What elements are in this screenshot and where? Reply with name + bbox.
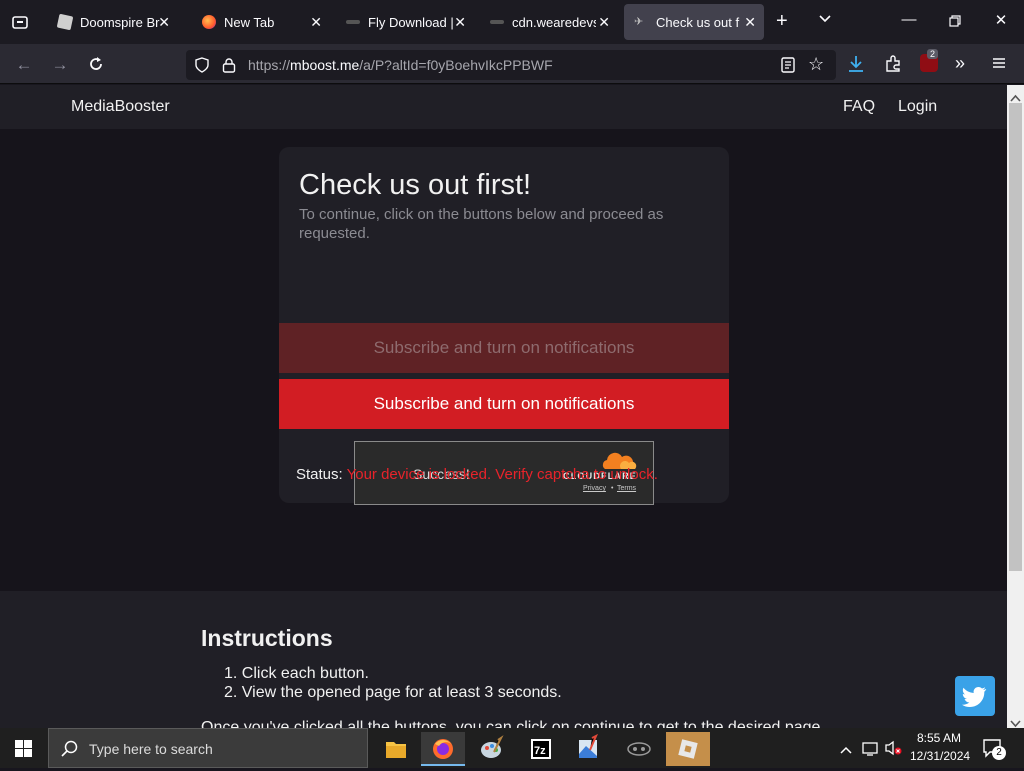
captcha-terms-link[interactable]: Terms (617, 485, 636, 492)
tab-label: Check us out fir (656, 14, 740, 30)
subscribe-button-2[interactable]: Subscribe and turn on notifications (279, 379, 729, 429)
instructions-section: Instructions 1. Click each button. 2. Vi… (0, 591, 1007, 728)
notification-badge: 2 (992, 746, 1006, 760)
back-icon[interactable]: ← (13, 54, 35, 76)
page-content: MediaBooster FAQ Login Check us out firs… (0, 85, 1007, 728)
site-icon (490, 20, 504, 24)
close-icon[interactable]: ✕ (454, 13, 466, 31)
tab-bar: Doomspire Brick ✕ New Tab ✕ Fly Download… (0, 0, 1024, 44)
card-subtitle: To continue, click on the buttons below … (299, 206, 664, 242)
site-icon (346, 20, 360, 24)
site-brand[interactable]: MediaBooster (71, 98, 170, 116)
bookmark-star-icon[interactable]: ☆ (808, 54, 824, 75)
site-header: MediaBooster FAQ Login (0, 85, 1007, 129)
downloads-icon[interactable] (847, 54, 865, 79)
tab-label: New Tab (224, 14, 275, 30)
tab-label: Doomspire Brick (80, 14, 160, 30)
clock-time[interactable]: 8:55 AM (917, 731, 961, 745)
url-host: mboost.me (290, 57, 360, 73)
extensions-icon[interactable] (884, 55, 902, 78)
lock-icon[interactable] (222, 57, 236, 78)
windows-taskbar: Type here to search 7z 8:55 AM 12/31/202… (0, 728, 1024, 768)
close-icon[interactable]: ✕ (310, 13, 322, 31)
game-app-icon[interactable] (617, 732, 661, 766)
step-text: View the opened page for at least 3 seco… (241, 684, 562, 701)
extension-badge: 2 (927, 49, 939, 59)
instruction-step-2: 2. View the opened page for at least 3 s… (224, 684, 562, 701)
taskbar-search-box[interactable]: Type here to search (48, 728, 368, 768)
minimize-icon[interactable]: — (899, 11, 919, 28)
firefox-view-icon[interactable] (10, 12, 30, 32)
close-icon[interactable]: ✕ (744, 13, 756, 31)
restore-icon[interactable] (949, 14, 961, 32)
url-path: /a/P?altId=f0yBoehvIkcPPBWF (359, 57, 553, 73)
step-text: Click each button. (241, 665, 369, 682)
tab-new-tab[interactable]: New Tab ✕ (192, 4, 330, 40)
captcha-link-separator: • (611, 485, 614, 492)
reload-icon[interactable] (87, 55, 105, 78)
menu-icon[interactable] (992, 56, 1006, 75)
reader-view-icon[interactable] (781, 57, 795, 78)
close-icon[interactable]: ✕ (598, 13, 610, 31)
tray-chevron-up-icon[interactable] (840, 742, 852, 760)
windows-start-icon[interactable] (15, 740, 32, 762)
navigation-toolbar: ← → https://mboost.me/a/P?altId=f0yBoehv… (0, 44, 1024, 84)
tab-label: Fly Download | W (368, 14, 456, 30)
tab-doomspire[interactable]: Doomspire Brick ✕ (48, 4, 178, 40)
roblox-taskbar-icon[interactable] (666, 732, 710, 766)
status-label: Status: (296, 466, 343, 483)
tab-fly-download[interactable]: Fly Download | W ✕ (336, 4, 474, 40)
tab-label: cdn.wearedevs.n (512, 14, 596, 30)
nav-login-link[interactable]: Login (898, 98, 937, 116)
scrollbar-thumb[interactable] (1009, 103, 1022, 571)
svg-text:7z: 7z (534, 745, 546, 757)
network-icon[interactable] (862, 740, 880, 761)
search-icon (61, 740, 79, 763)
captcha-privacy-link[interactable]: Privacy (583, 485, 606, 492)
more-tools-icon[interactable]: » (955, 53, 965, 74)
volume-muted-icon[interactable] (884, 740, 902, 761)
notification-center-icon[interactable]: 2 (982, 738, 1006, 763)
unlock-card: Check us out first! To continue, click o… (279, 147, 729, 505)
close-window-icon[interactable]: ✕ (991, 11, 1011, 29)
url-text[interactable]: https://mboost.me/a/P?altId=f0yBoehvIkcP… (248, 57, 553, 73)
instruction-step-1: 1. Click each button. (224, 665, 369, 682)
url-bar[interactable]: https://mboost.me/a/P?altId=f0yBoehvIkcP… (186, 50, 836, 80)
firefox-taskbar-icon[interactable] (421, 732, 465, 766)
forward-icon[interactable]: → (49, 54, 71, 76)
ublock-icon[interactable]: 2 (920, 49, 939, 72)
close-icon[interactable]: ✕ (158, 13, 170, 31)
twitter-share-button[interactable] (955, 676, 995, 716)
search-placeholder: Type here to search (89, 741, 213, 757)
new-tab-icon[interactable]: + (776, 10, 788, 33)
site-icon: ✈ (634, 16, 644, 28)
subscribe-button-1[interactable]: Subscribe and turn on notifications (279, 323, 729, 373)
image-app-icon[interactable] (566, 732, 610, 766)
roblox-icon (56, 13, 74, 31)
tab-check-us-out[interactable]: ✈ Check us out fir ✕ (624, 4, 764, 40)
page-scrollbar[interactable] (1007, 85, 1024, 728)
status-line: Status: Your device is locked. Verify ca… (296, 466, 658, 483)
instructions-note: Once you've clicked all the buttons, you… (201, 719, 825, 728)
nav-faq-link[interactable]: FAQ (843, 98, 875, 116)
instructions-title: Instructions (201, 625, 333, 651)
url-prefix: https:// (248, 57, 291, 73)
file-explorer-icon[interactable] (374, 732, 418, 766)
status-message: Your device is locked. Verify captcha to… (346, 466, 658, 483)
shield-icon[interactable] (194, 57, 210, 78)
clock-date[interactable]: 12/31/2024 (910, 749, 970, 763)
paint-app-icon[interactable] (470, 732, 514, 766)
list-tabs-icon[interactable] (818, 12, 832, 31)
tab-wearedevs[interactable]: cdn.wearedevs.n ✕ (480, 4, 618, 40)
card-title: Check us out first! (299, 169, 532, 201)
7zip-icon[interactable]: 7z (519, 732, 563, 766)
twitter-icon (962, 686, 987, 707)
firefox-icon (202, 15, 216, 29)
